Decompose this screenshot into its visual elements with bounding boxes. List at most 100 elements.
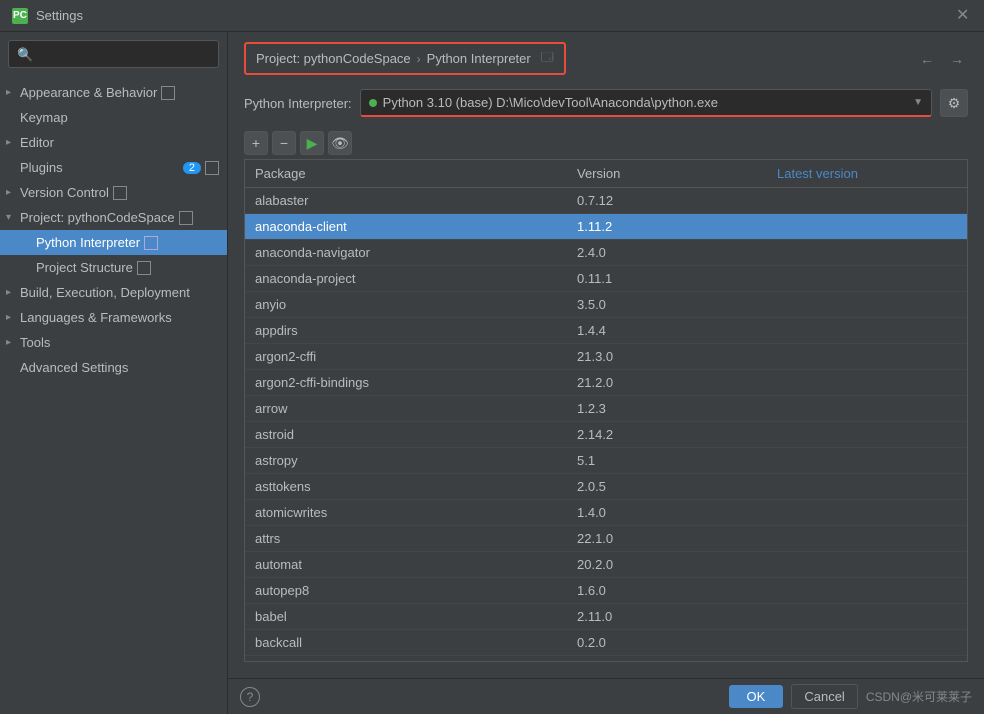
table-row[interactable]: anyio 3.5.0 — [245, 292, 967, 318]
cell-package: argon2-cffi — [245, 344, 567, 369]
remove-package-button[interactable]: − — [272, 131, 296, 155]
cell-version: 1.1 — [567, 656, 767, 661]
eye-button[interactable]: 👁 — [328, 131, 352, 155]
package-toolbar: + − ▶ 👁 — [228, 127, 984, 159]
breadcrumb-project: Project: pythonCodeSpace — [256, 51, 411, 66]
sidebar-item-appearance[interactable]: ▸ Appearance & Behavior — [0, 80, 227, 105]
cell-package: atomicwrites — [245, 500, 567, 525]
cell-latest — [767, 534, 967, 544]
table-row[interactable]: arrow 1.2.3 — [245, 396, 967, 422]
column-package: Package — [245, 160, 567, 187]
sidebar-item-label: Appearance & Behavior — [20, 85, 157, 100]
main-layout: ▸ Appearance & Behavior Keymap ▸ Editor … — [0, 32, 984, 714]
sidebar-item-label: Version Control — [20, 185, 109, 200]
sidebar-item-version-control[interactable]: ▸ Version Control — [0, 180, 227, 205]
settings-window: PC Settings ✕ ▸ Appearance & Behavior Ke… — [0, 0, 984, 714]
cell-version: 22.1.0 — [567, 526, 767, 551]
main-content: Project: pythonCodeSpace › Python Interp… — [228, 32, 984, 714]
run-button[interactable]: ▶ — [300, 131, 324, 155]
cell-package: appdirs — [245, 318, 567, 343]
table-row[interactable]: astroid 2.14.2 — [245, 422, 967, 448]
cell-package: backcall — [245, 630, 567, 655]
cell-package: astropy — [245, 448, 567, 473]
back-button[interactable]: ← — [916, 49, 938, 69]
cell-latest — [767, 560, 967, 570]
cell-version: 1.4.0 — [567, 500, 767, 525]
cell-version: 1.4.4 — [567, 318, 767, 343]
table-row[interactable]: asttokens 2.0.5 — [245, 474, 967, 500]
cancel-button[interactable]: Cancel — [791, 684, 857, 709]
cell-version: 5.1 — [567, 448, 767, 473]
sidebar-item-label: Advanced Settings — [20, 360, 128, 375]
cell-latest — [767, 404, 967, 414]
cell-version: 2.0.5 — [567, 474, 767, 499]
cell-latest — [767, 456, 967, 466]
footer: ? OK Cancel CSDN@米可莱莱子 — [228, 678, 984, 714]
table-header: Package Version Latest version — [245, 160, 967, 188]
table-row[interactable]: automat 20.2.0 — [245, 552, 967, 578]
table-row[interactable]: anaconda-navigator 2.4.0 — [245, 240, 967, 266]
cell-package: anaconda-project — [245, 266, 567, 291]
table-row[interactable]: autopep8 1.6.0 — [245, 578, 967, 604]
table-row[interactable]: attrs 22.1.0 — [245, 526, 967, 552]
main-header: Project: pythonCodeSpace › Python Interp… — [228, 32, 984, 83]
help-button[interactable]: ? — [240, 687, 260, 707]
sidebar-item-tools[interactable]: ▸ Tools — [0, 330, 227, 355]
sidebar-item-advanced[interactable]: Advanced Settings — [0, 355, 227, 380]
arrow-icon: ▸ — [6, 137, 11, 148]
cell-package: attrs — [245, 526, 567, 551]
cell-package: anaconda-navigator — [245, 240, 567, 265]
settings-icon — [161, 86, 175, 100]
ok-button[interactable]: OK — [729, 685, 784, 708]
settings-icon — [144, 236, 158, 250]
sidebar-item-keymap[interactable]: Keymap — [0, 105, 227, 130]
arrow-icon: ▸ — [6, 187, 11, 198]
table-row[interactable]: argon2-cffi-bindings 21.2.0 — [245, 370, 967, 396]
chevron-down-icon: ▼ — [913, 97, 923, 108]
cell-version: 21.2.0 — [567, 370, 767, 395]
cell-latest — [767, 612, 967, 622]
sidebar-item-plugins[interactable]: Plugins 2 — [0, 155, 227, 180]
cell-package: asttokens — [245, 474, 567, 499]
interpreter-value: Python 3.10 (base) D:\Mico\devTool\Anaco… — [383, 95, 913, 110]
column-version: Version — [567, 160, 767, 187]
add-package-button[interactable]: + — [244, 131, 268, 155]
table-row[interactable]: babel 2.11.0 — [245, 604, 967, 630]
cell-version: 2.4.0 — [567, 240, 767, 265]
sidebar-nav: ▸ Appearance & Behavior Keymap ▸ Editor … — [0, 76, 227, 714]
status-dot — [369, 99, 377, 107]
sidebar-item-build[interactable]: ▸ Build, Execution, Deployment — [0, 280, 227, 305]
table-row[interactable]: anaconda-client 1.11.2 — [245, 214, 967, 240]
cell-latest — [767, 196, 967, 206]
cell-version: 0.11.1 — [567, 266, 767, 291]
cell-latest — [767, 300, 967, 310]
sidebar-item-project[interactable]: ▾ Project: pythonCodeSpace — [0, 205, 227, 230]
cell-package: automat — [245, 552, 567, 577]
sidebar-item-project-structure[interactable]: Project Structure — [0, 255, 227, 280]
close-button[interactable]: ✕ — [956, 8, 972, 24]
search-input[interactable] — [17, 47, 210, 62]
sidebar: ▸ Appearance & Behavior Keymap ▸ Editor … — [0, 32, 228, 714]
table-row[interactable]: argon2-cffi 21.3.0 — [245, 344, 967, 370]
table-row[interactable]: astropy 5.1 — [245, 448, 967, 474]
interpreter-selector[interactable]: Python 3.10 (base) D:\Mico\devTool\Anaco… — [360, 89, 932, 117]
gear-button[interactable]: ⚙ — [940, 89, 968, 117]
arrow-icon: ▸ — [6, 87, 11, 98]
cell-package: anyio — [245, 292, 567, 317]
settings-icon — [137, 261, 151, 275]
table-row[interactable]: alabaster 0.7.12 — [245, 188, 967, 214]
table-row[interactable]: atomicwrites 1.4.0 — [245, 500, 967, 526]
search-box[interactable] — [8, 40, 219, 68]
sidebar-item-python-interpreter[interactable]: Python Interpreter — [0, 230, 227, 255]
table-row[interactable]: backports 1.1 — [245, 656, 967, 661]
plugins-badge: 2 — [183, 162, 201, 174]
table-row[interactable]: backcall 0.2.0 — [245, 630, 967, 656]
sidebar-item-editor[interactable]: ▸ Editor — [0, 130, 227, 155]
table-row[interactable]: appdirs 1.4.4 — [245, 318, 967, 344]
cell-version: 0.2.0 — [567, 630, 767, 655]
settings-icon — [113, 186, 127, 200]
cell-latest — [767, 326, 967, 336]
table-row[interactable]: anaconda-project 0.11.1 — [245, 266, 967, 292]
sidebar-item-languages[interactable]: ▸ Languages & Frameworks — [0, 305, 227, 330]
forward-button[interactable]: → — [946, 49, 968, 69]
